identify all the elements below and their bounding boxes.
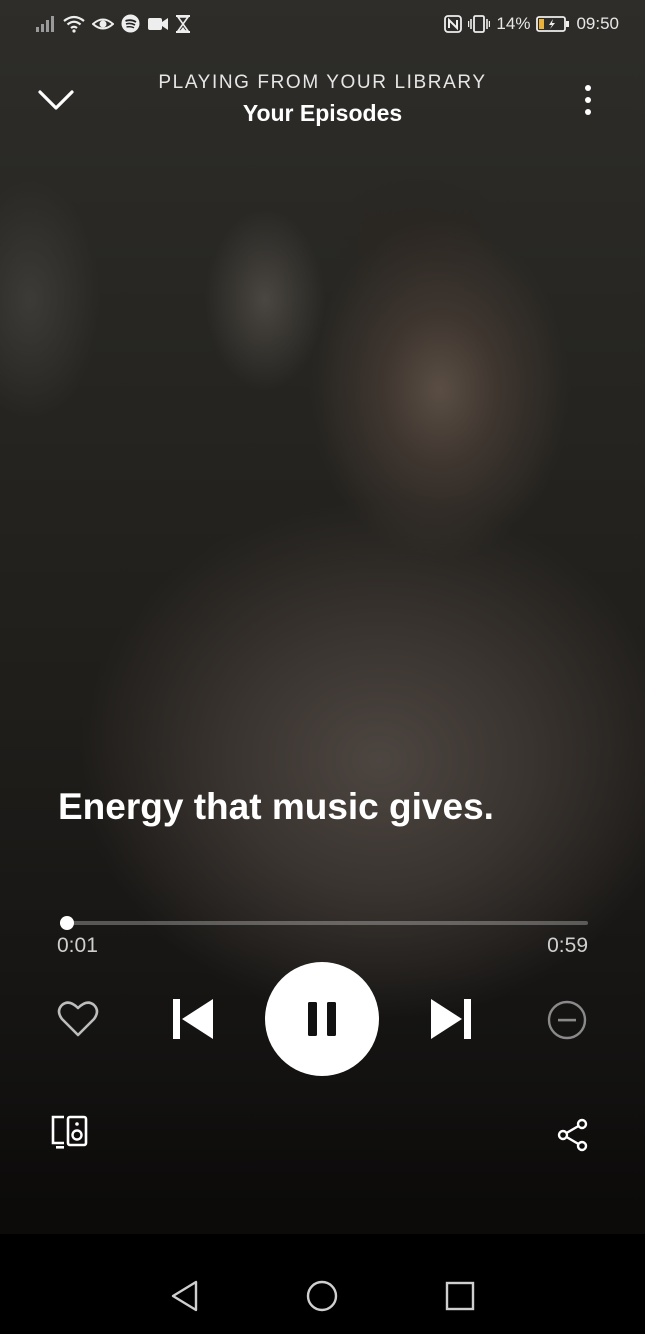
more-options-button[interactable] bbox=[576, 82, 600, 122]
recents-square-icon bbox=[444, 1280, 476, 1312]
clock: 09:50 bbox=[576, 14, 619, 33]
connect-devices-button[interactable] bbox=[50, 1113, 90, 1151]
status-left-icons bbox=[36, 14, 190, 33]
devices-icon bbox=[50, 1113, 90, 1151]
home-circle-icon bbox=[305, 1279, 339, 1313]
like-button[interactable] bbox=[56, 997, 100, 1041]
back-triangle-icon bbox=[168, 1279, 202, 1313]
share-icon bbox=[556, 1118, 590, 1152]
spotify-icon bbox=[121, 14, 140, 33]
elapsed-time: 0:01 bbox=[57, 934, 98, 957]
pause-button[interactable] bbox=[265, 962, 379, 1076]
share-button[interactable] bbox=[556, 1118, 590, 1152]
nav-recents-button[interactable] bbox=[444, 1280, 476, 1312]
wifi-icon bbox=[63, 15, 85, 33]
video-camera-icon bbox=[147, 16, 169, 32]
now-playing-screen: 14% 09:50 PLAYING FROM YOUR LIBRARY Your… bbox=[0, 0, 645, 1334]
vibrate-icon bbox=[468, 15, 491, 33]
next-button[interactable] bbox=[428, 996, 474, 1042]
signal-icon bbox=[36, 15, 56, 32]
nfc-icon bbox=[444, 15, 463, 33]
skip-next-icon bbox=[428, 996, 474, 1042]
playlist-title[interactable]: Your Episodes bbox=[0, 100, 645, 127]
background-fade bbox=[0, 1100, 645, 1234]
total-duration: 0:59 bbox=[547, 934, 588, 957]
battery-percent: 14% bbox=[496, 14, 531, 33]
nav-back-button[interactable] bbox=[168, 1279, 202, 1313]
status-right-icons: 14% 09:50 bbox=[444, 14, 619, 34]
eye-icon bbox=[92, 15, 114, 33]
skip-previous-icon bbox=[170, 996, 216, 1042]
hide-button[interactable] bbox=[546, 999, 588, 1041]
more-vertical-icon bbox=[576, 82, 600, 122]
hide-minus-icon bbox=[546, 999, 588, 1041]
battery-icon bbox=[536, 16, 570, 32]
hourglass-icon bbox=[176, 14, 190, 33]
progress-bar[interactable] bbox=[60, 916, 588, 930]
status-bar: 14% 09:50 bbox=[0, 12, 645, 40]
pause-icon bbox=[305, 1001, 339, 1037]
episode-caption: Energy that music gives. bbox=[58, 786, 494, 827]
heart-icon bbox=[56, 997, 100, 1041]
nav-home-button[interactable] bbox=[305, 1279, 339, 1313]
playing-context-label: PLAYING FROM YOUR LIBRARY bbox=[158, 72, 487, 93]
previous-button[interactable] bbox=[170, 996, 216, 1042]
